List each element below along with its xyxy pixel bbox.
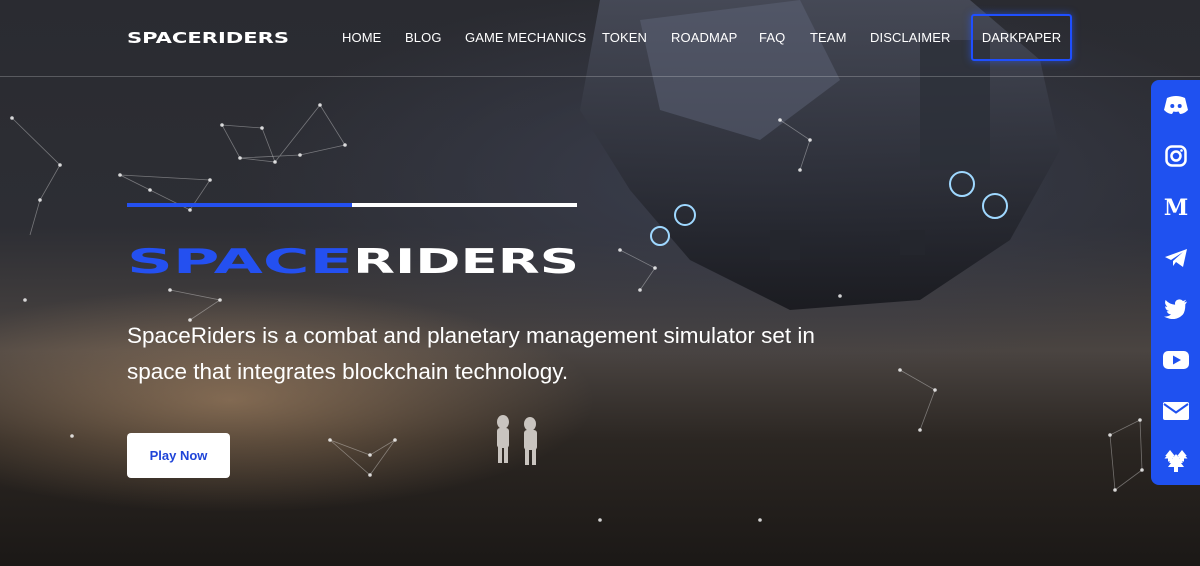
play-now-button[interactable]: Play Now xyxy=(127,433,230,478)
linktree-icon[interactable] xyxy=(1163,448,1189,474)
youtube-icon[interactable] xyxy=(1163,347,1189,373)
svg-text:M: M xyxy=(1164,196,1188,218)
nav-disclaimer-link[interactable]: DISCLAIMER xyxy=(870,30,950,45)
email-icon[interactable] xyxy=(1163,398,1189,424)
twitter-icon[interactable] xyxy=(1163,296,1189,322)
nav-token-link[interactable]: TOKEN xyxy=(602,30,647,45)
svg-text:SPACERIDERS: SPACERIDERS xyxy=(127,29,289,47)
hero-logo: SPACE RIDERS xyxy=(127,246,579,276)
discord-icon[interactable] xyxy=(1163,92,1189,118)
svg-text:SPACE: SPACE xyxy=(127,246,353,276)
top-navigation: SPACERIDERS HOME BLOG GAME MECHANICS TOK… xyxy=(0,0,1200,77)
nav-game-mechanics-link[interactable]: GAME MECHANICS xyxy=(465,30,586,45)
nav-faq-link[interactable]: FAQ xyxy=(759,30,785,45)
hero-divider-blue xyxy=(127,203,352,207)
brand-logo[interactable]: SPACERIDERS xyxy=(127,28,289,48)
hero-tagline: SpaceRiders is a combat and planetary ma… xyxy=(127,323,815,384)
instagram-icon[interactable] xyxy=(1163,143,1189,169)
nav-blog-link[interactable]: BLOG xyxy=(405,30,442,45)
darkpaper-button[interactable]: DARKPAPER xyxy=(971,14,1072,61)
social-sidebar: M xyxy=(1151,80,1200,485)
hero-divider-white xyxy=(352,203,577,207)
nav-roadmap-link[interactable]: ROADMAP xyxy=(671,30,737,45)
medium-icon[interactable]: M xyxy=(1163,194,1189,220)
svg-text:RIDERS: RIDERS xyxy=(353,246,579,276)
nav-home-link[interactable]: HOME xyxy=(342,30,381,45)
nav-team-link[interactable]: TEAM xyxy=(810,30,847,45)
constellation-overlay xyxy=(10,103,1144,522)
telegram-icon[interactable] xyxy=(1163,245,1189,271)
